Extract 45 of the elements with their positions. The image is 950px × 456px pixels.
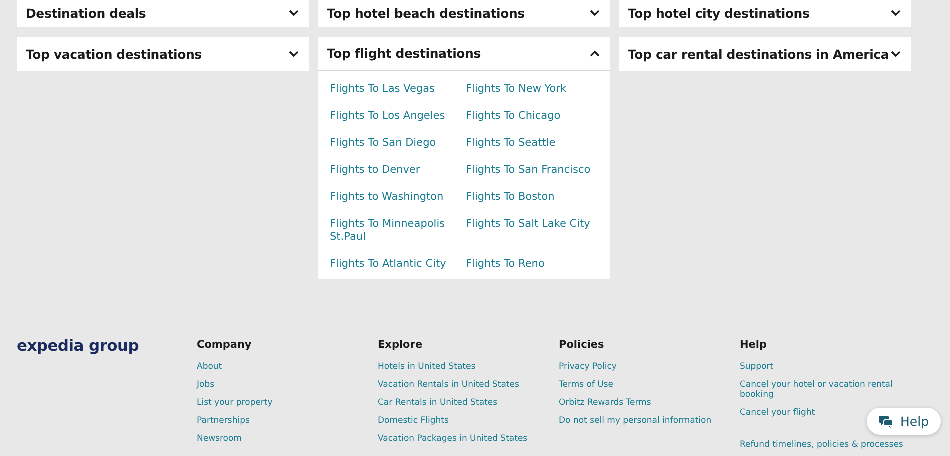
chevron-icon [891,10,901,17]
footer-link[interactable]: Refund timelines, policies & processes [740,440,904,450]
chevron-icon [891,50,901,58]
destination-link[interactable]: Flights To Salt Lake City [466,218,602,244]
destination-link[interactable]: Flights To San Francisco [466,164,602,177]
chevron-icon [289,50,299,58]
footer-link[interactable]: Vacation Packages in United States [378,434,528,444]
footer-heading: Policies [559,339,606,351]
footer-link[interactable]: Privacy Policy [559,362,617,372]
destination-link[interactable]: Flights To Los Angeles [330,110,466,123]
destination-link[interactable]: Flights To Seattle [466,137,602,150]
footer-link[interactable]: Car Rentals in United States [378,398,498,408]
footer-link[interactable]: Support [740,362,774,372]
help-button[interactable]: Help [866,408,941,435]
brand-logo[interactable]: expedia group [17,337,197,450]
destination-link[interactable]: Flights to Denver [330,164,466,177]
footer-link[interactable]: Partnerships [197,416,250,426]
footer-link[interactable]: Orbitz Rewards Terms [559,398,652,408]
chevron-icon [289,10,299,17]
footer-link[interactable]: Do not sell my personal information [559,416,712,426]
footer-heading: Explore [378,339,424,351]
footer-heading: Company [197,339,253,351]
footer-link[interactable]: Vacation Rentals in United States [378,380,520,390]
destination-link[interactable]: Flights To Las Vegas [330,83,466,96]
footer-link[interactable]: Cancel your hotel or vacation rental booking [740,380,916,400]
chevron-icon [590,10,600,17]
footer-link[interactable]: Jobs [197,380,215,390]
chevron-icon [590,50,600,57]
footer-heading: Help [740,339,768,351]
footer-link[interactable]: Cancel your flight [740,408,816,418]
footer-link[interactable]: About [197,362,222,372]
footer-link[interactable]: Hotels in United States [378,362,476,372]
destination-link[interactable]: Flights To San Diego [330,137,466,150]
destination-link[interactable]: Flights To Chicago [466,110,602,123]
destination-link[interactable]: Flights To Minneapolis St.Paul [330,218,466,244]
destination-link[interactable]: Flights To Reno [466,258,602,271]
footer-link[interactable]: List your property [197,398,273,408]
footer-link[interactable]: Terms of Use [559,380,614,390]
footer-link[interactable]: Newsroom [197,434,242,444]
destination-link[interactable]: Flights To New York [466,83,602,96]
destination-link[interactable]: Flights To Boston [466,191,602,204]
destination-link[interactable]: Flights to Washington [330,191,466,204]
chat-icon [878,416,892,428]
destination-link[interactable]: Flights To Atlantic City [330,258,466,271]
footer-link[interactable]: Domestic Flights [378,416,449,426]
